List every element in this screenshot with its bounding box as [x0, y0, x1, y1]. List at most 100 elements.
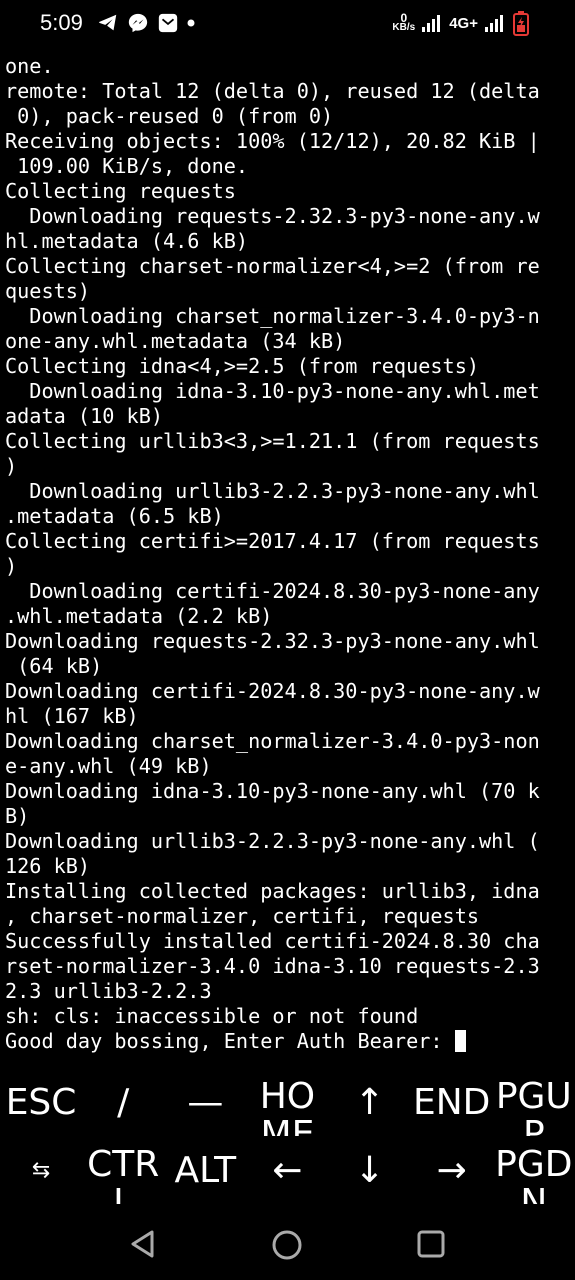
net-speed-unit: KB/s — [392, 22, 416, 33]
terminal-line-text: Downloading certifi-2024.8.30-py3-none-a… — [5, 579, 540, 603]
terminal-cursor — [454, 1030, 466, 1052]
network-type: 4G+ — [449, 14, 478, 32]
terminal-line-text: 109.00 KiB/s, done. — [5, 154, 249, 178]
terminal-line-text: Downloading certifi-2024.8.30-py3-none-a… — [5, 679, 540, 703]
battery-charging-icon — [512, 10, 530, 36]
terminal-line-text: rset-normalizer-3.4.0 idna-3.10 requests… — [5, 954, 540, 978]
terminal-line-text: Receiving objects: 100% (12/12), 20.82 K… — [5, 129, 540, 153]
terminal-line: Downloading requests-2.32.3-py3-none-any… — [5, 629, 570, 654]
terminal-line-text: hl.metadata (4.6 kB) — [5, 229, 249, 253]
recents-square-icon[interactable] — [415, 1228, 447, 1265]
status-time: 5:09 — [40, 10, 83, 35]
arrow-up-key[interactable]: ↑ — [329, 1070, 411, 1136]
back-triangle-icon[interactable] — [128, 1228, 158, 1265]
status-bar: 5:09 0 KB/s 4G+ — [0, 0, 575, 50]
terminal-line: Downloading idna-3.10-py3-none-any.whl (… — [5, 779, 570, 804]
terminal-line: Downloading idna-3.10-py3-none-any.whl.m… — [5, 379, 570, 404]
terminal-line: 126 kB) — [5, 854, 570, 879]
terminal-line-text: Installing collected packages: urllib3, … — [5, 879, 540, 903]
terminal-line-text: Downloading urllib3-2.2.3-py3-none-any.w… — [5, 829, 540, 853]
terminal-line: Downloading charset_normalizer-3.4.0-py3… — [5, 304, 570, 329]
terminal-line-text: quests) — [5, 279, 91, 303]
terminal-line-text: one. — [5, 54, 54, 78]
page-down-key[interactable]: PGDN — [493, 1138, 575, 1205]
terminal-line: ) — [5, 454, 570, 479]
status-left: 5:09 — [40, 10, 195, 36]
end-key[interactable]: END — [411, 1070, 493, 1136]
ctrl-key[interactable]: CTRL — [82, 1138, 164, 1205]
terminal-line: 2.3 urllib3-2.2.3 — [5, 979, 570, 1004]
terminal-line: hl.metadata (4.6 kB) — [5, 229, 570, 254]
terminal-line: Receiving objects: 100% (12/12), 20.82 K… — [5, 129, 570, 154]
terminal-line-text: Collecting requests — [5, 179, 236, 203]
slash-key[interactable]: / — [82, 1070, 164, 1136]
terminal-line: quests) — [5, 279, 570, 304]
terminal-line: (64 kB) — [5, 654, 570, 679]
terminal-line: Downloading requests-2.32.3-py3-none-any… — [5, 204, 570, 229]
extra-keys-row-1: ESC / — HOME ↑ END PGUP — [0, 1070, 575, 1137]
terminal-line-text: (64 kB) — [5, 654, 103, 678]
extra-keys-bar: ESC / — HOME ↑ END PGUP ⇆ CTRL ALT ← ↓ → PGDN — [0, 1070, 575, 1210]
terminal-line-text: 2.3 urllib3-2.2.3 — [5, 979, 212, 1003]
arrow-right-key[interactable]: → — [411, 1138, 493, 1204]
esc-key[interactable]: ESC — [0, 1070, 82, 1136]
terminal-line: one-any.whl.metadata (34 kB) — [5, 329, 570, 354]
terminal-line: remote: Total 12 (delta 0), reused 12 (d… — [5, 79, 570, 104]
terminal-line-text: one-any.whl.metadata (34 kB) — [5, 329, 346, 353]
terminal-line-text: adata (10 kB) — [5, 404, 164, 428]
tab-key[interactable]: ⇆ — [0, 1138, 82, 1204]
terminal-line-text: 0), pack-reused 0 (from 0) — [5, 104, 334, 128]
terminal-line: , charset-normalizer, certifi, requests — [5, 904, 570, 929]
terminal-line-text: Collecting certifi>=2017.4.17 (from requ… — [5, 529, 540, 553]
terminal-line-text: remote: Total 12 (delta 0), reused 12 (d… — [5, 79, 540, 103]
terminal-line-text: Good day bossing, Enter Auth Bearer: — [5, 1029, 455, 1053]
terminal-line: Downloading certifi-2024.8.30-py3-none-a… — [5, 679, 570, 704]
mail-icon — [157, 12, 179, 34]
terminal-line-text: B) — [5, 804, 30, 828]
terminal-line: e-any.whl (49 kB) — [5, 754, 570, 779]
terminal-line-text: .metadata (6.5 kB) — [5, 504, 224, 528]
terminal-line: ) — [5, 554, 570, 579]
messenger-icon — [127, 12, 149, 34]
terminal-line: Downloading certifi-2024.8.30-py3-none-a… — [5, 579, 570, 604]
terminal-line: 109.00 KiB/s, done. — [5, 154, 570, 179]
terminal-line-text: Successfully installed certifi-2024.8.30… — [5, 929, 540, 953]
terminal-output[interactable]: one. remote: Total 12 (delta 0), reused 1… — [5, 54, 570, 1054]
terminal-line: Installing collected packages: urllib3, … — [5, 879, 570, 904]
terminal-line-text: Collecting charset-normalizer<4,>=2 (fro… — [5, 254, 540, 278]
terminal-line-text: Collecting idna<4,>=2.5 (from requests) — [5, 354, 480, 378]
dot-icon — [187, 19, 195, 27]
terminal-line-text: e-any.whl (49 kB) — [5, 754, 212, 778]
page-up-key[interactable]: PGUP — [493, 1070, 575, 1137]
terminal-line-text: Downloading idna-3.10-py3-none-any.whl.m… — [5, 379, 540, 403]
home-key[interactable]: HOME — [246, 1070, 328, 1137]
terminal-line-text: Downloading idna-3.10-py3-none-any.whl (… — [5, 779, 540, 803]
signal-icon — [421, 13, 443, 33]
dash-key[interactable]: — — [164, 1070, 246, 1136]
terminal-line-text: hl (167 kB) — [5, 704, 139, 728]
navigation-bar — [0, 1212, 575, 1280]
terminal-line-text: ) — [5, 554, 18, 578]
home-circle-icon[interactable] — [270, 1228, 304, 1267]
terminal-line-text: Downloading requests-2.32.3-py3-none-any… — [5, 629, 540, 653]
terminal-line: Downloading urllib3-2.2.3-py3-none-any.w… — [5, 479, 570, 504]
terminal-line: rset-normalizer-3.4.0 idna-3.10 requests… — [5, 954, 570, 979]
terminal-line: Downloading charset_normalizer-3.4.0-py3… — [5, 729, 570, 754]
terminal-line: .whl.metadata (2.2 kB) — [5, 604, 570, 629]
terminal-line: Collecting urllib3<3,>=1.21.1 (from requ… — [5, 429, 570, 454]
terminal-line: Successfully installed certifi-2024.8.30… — [5, 929, 570, 954]
extra-keys-row-2: ⇆ CTRL ALT ← ↓ → PGDN — [0, 1138, 575, 1205]
terminal-line-text: Downloading urllib3-2.2.3-py3-none-any.w… — [5, 479, 540, 503]
arrow-down-key[interactable]: ↓ — [329, 1138, 411, 1204]
terminal-line-text: .whl.metadata (2.2 kB) — [5, 604, 273, 628]
terminal-line: 0), pack-reused 0 (from 0) — [5, 104, 570, 129]
arrow-left-key[interactable]: ← — [246, 1138, 328, 1204]
terminal-line: .metadata (6.5 kB) — [5, 504, 570, 529]
terminal-line: Collecting charset-normalizer<4,>=2 (fro… — [5, 254, 570, 279]
terminal-line: Collecting idna<4,>=2.5 (from requests) — [5, 354, 570, 379]
alt-key[interactable]: ALT — [164, 1138, 246, 1204]
terminal-line: hl (167 kB) — [5, 704, 570, 729]
telegram-icon — [97, 12, 119, 34]
terminal-line-text: sh: cls: inaccessible or not found — [5, 1004, 419, 1028]
signal-icon — [484, 13, 506, 33]
